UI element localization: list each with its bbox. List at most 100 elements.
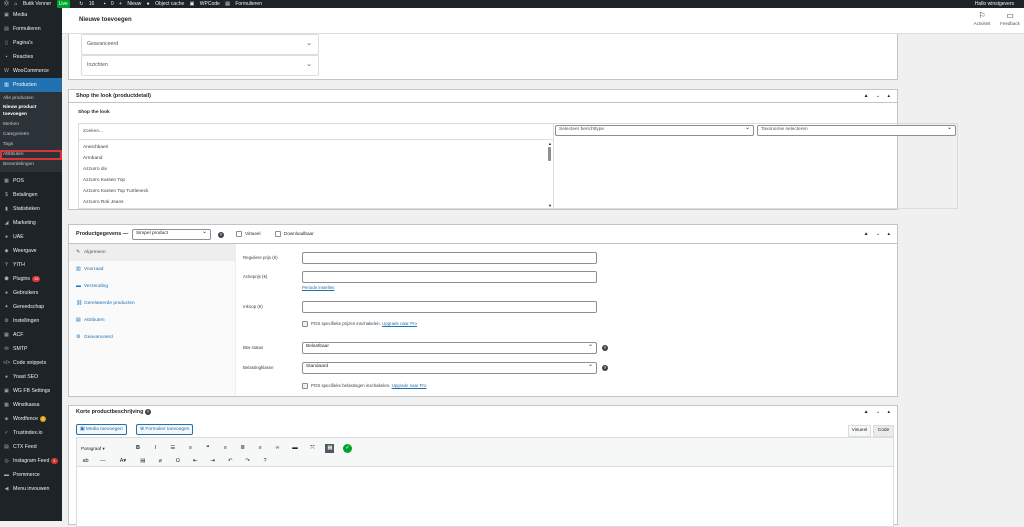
tab-voorraad[interactable]: ▥ Voorraad <box>69 261 235 278</box>
sidebar-item-acf[interactable]: ▦ ACF <box>0 328 62 342</box>
add-media-button[interactable]: ▣ Media toevoegen <box>76 424 127 435</box>
sidebar-item-producten[interactable]: ▥ Producten <box>0 78 62 92</box>
sidebar-item-media[interactable]: ▣ Media <box>0 8 62 22</box>
submenu-categories[interactable]: Categorieën <box>0 130 62 140</box>
updates-link[interactable]: ↻ 16 <box>75 0 94 8</box>
help-icon[interactable]: ? <box>602 345 608 351</box>
sidebar-item-wg-fb-settings[interactable]: ▣ WG FB Settings <box>0 384 62 398</box>
virtual-checkbox[interactable]: Virtueel <box>236 231 261 237</box>
wp-logo-icon[interactable]: ⓪ <box>4 0 9 8</box>
feedback-button[interactable]: ▭ Feedback <box>998 11 1022 26</box>
paste-text-icon[interactable]: ▤ <box>138 457 147 466</box>
site-name-link[interactable]: Butik Venner <box>23 0 51 8</box>
comments-link[interactable]: ▪ 0 <box>100 0 114 8</box>
sidebar-item-gereedschap[interactable]: ✦ Gereedschap <box>0 300 62 314</box>
toolbar-toggle-icon[interactable]: ▦ <box>325 444 335 454</box>
sidebar-item-weergave[interactable]: ◆ Weergave <box>0 244 62 258</box>
sidebar-item-uae[interactable]: ● UAE <box>0 230 62 244</box>
post-type-select[interactable]: Selecteer berichttype <box>555 124 754 136</box>
undo-icon[interactable]: ↶ <box>226 457 235 466</box>
sidebar-item-instagram-feed[interactable]: ◎ Instagram Feed 1 <box>0 454 62 468</box>
help-icon[interactable]: ? <box>144 409 151 415</box>
blockquote-icon[interactable]: ❝ <box>203 444 212 453</box>
editor-content-area[interactable] <box>76 467 894 527</box>
object-cache-link[interactable]: ● Object cache <box>147 0 185 8</box>
check-icon[interactable]: ✓ <box>342 444 352 454</box>
sidebar-item-winstkassa[interactable]: ▦ Winstkassa <box>0 398 62 412</box>
regular-price-input[interactable] <box>302 252 597 264</box>
list-item[interactable]: Armband <box>79 153 553 164</box>
product-search-input[interactable]: Zoeken... <box>79 124 553 140</box>
activity-button[interactable]: ⚐ Activiteit <box>970 11 994 26</box>
tax-status-select[interactable]: Belastbaar <box>302 341 597 354</box>
sidebar-item-formulieren[interactable]: ▤ Formulieren <box>0 22 62 36</box>
sidebar-item-betalingen[interactable]: $ Betalingen <box>0 188 62 202</box>
sidebar-item-marketing[interactable]: ◢ Marketing <box>0 216 62 230</box>
upgrade-link[interactable]: Upgrade naar Pro <box>392 383 427 388</box>
sidebar-item-trustindex-io[interactable]: ✓ Trustindex.io <box>0 426 62 440</box>
box-controls[interactable]: ▲ ⌄ ▴ <box>864 90 893 103</box>
wpcode-link[interactable]: ▣ WPCode <box>190 0 220 8</box>
upgrade-link[interactable]: Upgrade naar Pro <box>382 321 417 326</box>
align-right-icon[interactable]: ≡ <box>256 444 265 453</box>
downloadable-checkbox[interactable]: Downloadbaar <box>275 231 314 237</box>
submenu-all-products[interactable]: Alle producten <box>0 94 62 104</box>
special-char-icon[interactable]: Ω <box>173 457 182 466</box>
list-scrollbar[interactable]: ▲ ▼ <box>548 142 552 208</box>
submenu-reviews[interactable]: Beoordelingen <box>0 160 62 170</box>
outdent-icon[interactable]: ⇤ <box>191 457 200 466</box>
forms-link[interactable]: ▤ Formulieren <box>225 0 262 8</box>
tax-class-select[interactable]: Standaard <box>302 361 597 374</box>
sidebar-item-smtp[interactable]: ✉ SMTP <box>0 342 62 356</box>
list-item[interactable]: Azzurro Rok Jeans <box>79 197 553 208</box>
sidebar-item-pos[interactable]: ▦ POS <box>0 174 62 188</box>
tab-algemeen[interactable]: ✎ Algemeen <box>69 244 235 261</box>
align-center-icon[interactable]: ≣ <box>238 444 247 453</box>
italic-icon[interactable]: I <box>151 444 160 453</box>
tab-code[interactable]: Code <box>873 425 894 437</box>
redo-icon[interactable]: ↷ <box>243 457 252 466</box>
tab-geavanceerd[interactable]: ⚙ Geavanceerd <box>69 329 235 346</box>
sidebar-item-wordfence[interactable]: ◈ Wordfence 2 <box>0 412 62 426</box>
sidebar-item-reacties[interactable]: ▪ Reacties <box>0 50 62 64</box>
sidebar-item-ctx-feed[interactable]: ▤ CTX Feed <box>0 440 62 454</box>
taxonomy-select[interactable]: Taxonomie selecteren <box>757 124 956 136</box>
new-content-link[interactable]: + Nieuw <box>119 0 141 8</box>
numbered-list-icon[interactable]: ≡ <box>186 444 195 453</box>
tab-gerelateerde-producten[interactable]: ⛓ Gerelateerde producten <box>69 295 235 312</box>
tab-verzending[interactable]: ▬ Verzending <box>69 278 235 295</box>
sidebar-item-code-snippets[interactable]: </> Code snippets <box>0 356 62 370</box>
fullscreen-icon[interactable]: ⤧ <box>308 444 317 453</box>
tab-attributen[interactable]: ▤ Attributen <box>69 312 235 329</box>
checkbox-icon[interactable] <box>275 231 281 237</box>
purchase-price-input[interactable] <box>302 301 597 313</box>
bold-icon[interactable]: B <box>133 444 142 453</box>
help-icon[interactable]: ? <box>602 365 608 371</box>
sidebar-item-plugins[interactable]: ⬢ Plugins 15 <box>0 272 62 286</box>
sidebar-item-yoast-seo[interactable]: ● Yoast SEO <box>0 370 62 384</box>
sidebar-item-gebruikers[interactable]: ● Gebruikers <box>0 286 62 300</box>
sidebar-item-woocommerce[interactable]: W WooCommerce <box>0 64 62 78</box>
submenu-attributes[interactable]: Attributen <box>0 150 62 160</box>
read-more-icon[interactable]: ▬ <box>291 444 300 453</box>
list-item[interactable]: Azzurro div <box>79 164 553 175</box>
submenu-tags[interactable]: Tags <box>0 140 62 150</box>
sidebar-item-pagina-s[interactable]: ▯ Pagina's <box>0 36 62 50</box>
schedule-sale-link[interactable]: Periode instellen <box>302 285 334 290</box>
strikethrough-icon[interactable]: ab <box>81 457 90 466</box>
sidebar-item-instellingen[interactable]: ⚙ Instellingen <box>0 314 62 328</box>
sidebar-item-menu-invouwen[interactable]: ◀ Menu invouwen <box>0 482 62 496</box>
accordion-insights[interactable]: Inzichten ⌄ <box>81 55 319 76</box>
clear-format-icon[interactable]: ⌀ <box>156 457 165 466</box>
indent-icon[interactable]: ⇥ <box>208 457 217 466</box>
align-left-icon[interactable]: ≡ <box>221 444 230 453</box>
submenu-new-product[interactable]: Nieuw product <box>0 104 62 111</box>
box-controls[interactable]: ▲ ⌄ ▴ <box>864 406 893 419</box>
text-color-icon[interactable]: A▾ <box>116 457 130 466</box>
bullet-list-icon[interactable]: ☰ <box>168 444 177 453</box>
help-icon[interactable]: ? <box>261 457 270 466</box>
submenu-new-product-cont[interactable]: toevoegen <box>0 111 62 118</box>
link-icon[interactable]: ∞ <box>273 444 282 453</box>
sidebar-item-yith[interactable]: Y YITH <box>0 258 62 272</box>
help-icon[interactable]: ? <box>218 232 224 238</box>
